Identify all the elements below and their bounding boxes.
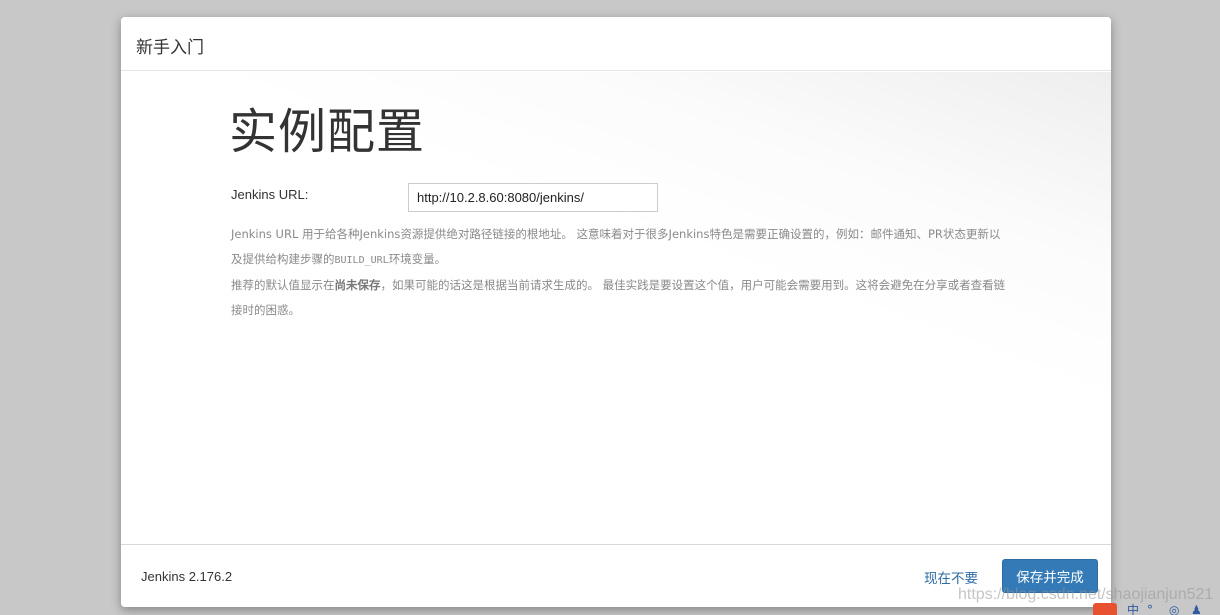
csdn-logo-icon[interactable] [1093, 603, 1117, 615]
user-icon[interactable]: ♟ [1191, 603, 1202, 615]
not-yet-saved-emphasis: 尚未保存 [334, 278, 381, 292]
punctuation-icon[interactable]: ° [1147, 603, 1153, 615]
help-paragraph-2: 推荐的默认值显示在尚未保存，如果可能的话这是根据当前请求生成的。 最佳实践是要设… [231, 278, 1006, 317]
ime-icon[interactable]: 中 [1127, 603, 1139, 615]
skip-button[interactable]: 现在不要 [924, 567, 978, 587]
url-help-text: Jenkins URL 用于给各种Jenkins资源提供绝对路径链接的根地址。 … [231, 222, 1011, 323]
help-paragraph-1: Jenkins URL 用于给各种Jenkins资源提供绝对路径链接的根地址。 … [231, 227, 1001, 266]
jenkins-url-label: Jenkins URL: [231, 187, 309, 202]
system-tray: 中 ° ◎ ♟ [1093, 603, 1220, 615]
settings-icon[interactable]: ◎ [1169, 603, 1179, 615]
dialog-header: 新手入门 [121, 17, 1111, 71]
watermark: https://blog.csdn.net/shaojianjun521 [958, 586, 1214, 603]
jenkins-version: Jenkins 2.176.2 [141, 569, 233, 584]
build-url-code: BUILD_URL [334, 255, 389, 266]
setup-wizard-dialog: 新手入门 实例配置 Jenkins URL: Jenkins URL 用于给各种… [121, 17, 1111, 607]
dialog-title: 新手入门 [136, 38, 204, 58]
page-heading: 实例配置 [229, 104, 426, 160]
jenkins-url-input[interactable] [408, 183, 658, 212]
dialog-body: 实例配置 Jenkins URL: Jenkins URL 用于给各种Jenki… [121, 72, 1111, 544]
